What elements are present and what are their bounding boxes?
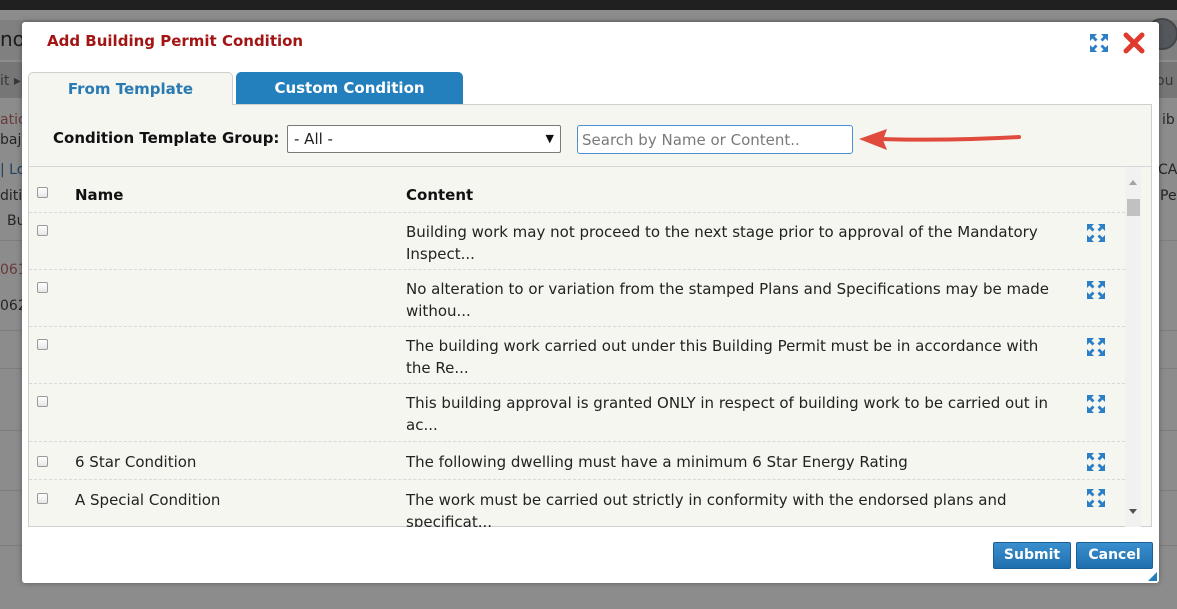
row-content: No alteration to or variation from the s… bbox=[406, 280, 1050, 320]
expand-row-icon[interactable] bbox=[1086, 337, 1106, 357]
row-content: Building work may not proceed to the nex… bbox=[406, 223, 1038, 263]
add-condition-dialog: Add Building Permit Condition From Templ… bbox=[22, 22, 1159, 583]
column-header-content: Content bbox=[406, 186, 474, 204]
tab-from-template[interactable]: From Template bbox=[28, 72, 233, 105]
scroll-up-icon[interactable] bbox=[1129, 180, 1137, 185]
expand-row-icon[interactable] bbox=[1086, 488, 1106, 508]
table-row[interactable]: This building approval is granted ONLY i… bbox=[29, 384, 1125, 442]
row-checkbox[interactable] bbox=[37, 456, 48, 467]
row-content: The work must be carried out strictly in… bbox=[406, 491, 1007, 527]
row-checkbox[interactable] bbox=[37, 282, 48, 293]
table-row[interactable]: The building work carried out under this… bbox=[29, 327, 1125, 384]
scroll-thumb[interactable] bbox=[1127, 199, 1140, 216]
close-icon[interactable] bbox=[1122, 31, 1146, 55]
template-group-select[interactable]: - All - ▼ bbox=[287, 125, 561, 153]
submit-button[interactable]: Submit bbox=[993, 542, 1071, 569]
row-content: The building work carried out under this… bbox=[406, 337, 1039, 377]
row-name: A Special Condition bbox=[75, 491, 221, 509]
select-all-checkbox[interactable] bbox=[37, 187, 48, 198]
row-name: 6 Star Condition bbox=[75, 453, 197, 471]
expand-row-icon[interactable] bbox=[1086, 452, 1106, 472]
table-scrollbar[interactable] bbox=[1125, 167, 1141, 527]
row-content: This building approval is granted ONLY i… bbox=[406, 394, 1049, 434]
dropdown-caret-icon: ▼ bbox=[545, 132, 554, 145]
table-row[interactable]: Building work may not proceed to the nex… bbox=[29, 213, 1125, 270]
cancel-button[interactable]: Cancel bbox=[1076, 542, 1153, 569]
table-row[interactable]: 6 Star Condition The following dwelling … bbox=[29, 442, 1125, 480]
expand-row-icon[interactable] bbox=[1086, 394, 1106, 414]
search-input[interactable] bbox=[577, 125, 853, 154]
expand-row-icon[interactable] bbox=[1086, 280, 1106, 300]
column-header-name: Name bbox=[75, 186, 124, 204]
maximize-icon[interactable] bbox=[1089, 33, 1109, 53]
resize-handle[interactable] bbox=[1148, 572, 1157, 581]
table-row[interactable]: A Special Condition The work must be car… bbox=[29, 480, 1125, 527]
tab-custom-condition[interactable]: Custom Condition bbox=[236, 72, 463, 104]
row-content: The following dwelling must have a minim… bbox=[406, 453, 908, 471]
template-group-label: Condition Template Group: bbox=[53, 129, 280, 147]
template-group-selected: - All - bbox=[294, 130, 333, 148]
template-panel: Condition Template Group: - All - ▼ Name… bbox=[28, 104, 1152, 527]
conditions-table: Name Content Building work may not proce… bbox=[29, 166, 1151, 527]
table-header: Name Content bbox=[29, 167, 1125, 213]
dialog-title: Add Building Permit Condition bbox=[47, 32, 304, 50]
scroll-down-icon[interactable] bbox=[1129, 509, 1137, 514]
row-checkbox[interactable] bbox=[37, 493, 48, 504]
row-checkbox[interactable] bbox=[37, 396, 48, 407]
table-row[interactable]: No alteration to or variation from the s… bbox=[29, 270, 1125, 327]
row-checkbox[interactable] bbox=[37, 225, 48, 236]
row-checkbox[interactable] bbox=[37, 339, 48, 350]
red-arrow-annotation bbox=[859, 129, 1021, 150]
expand-row-icon[interactable] bbox=[1086, 223, 1106, 243]
